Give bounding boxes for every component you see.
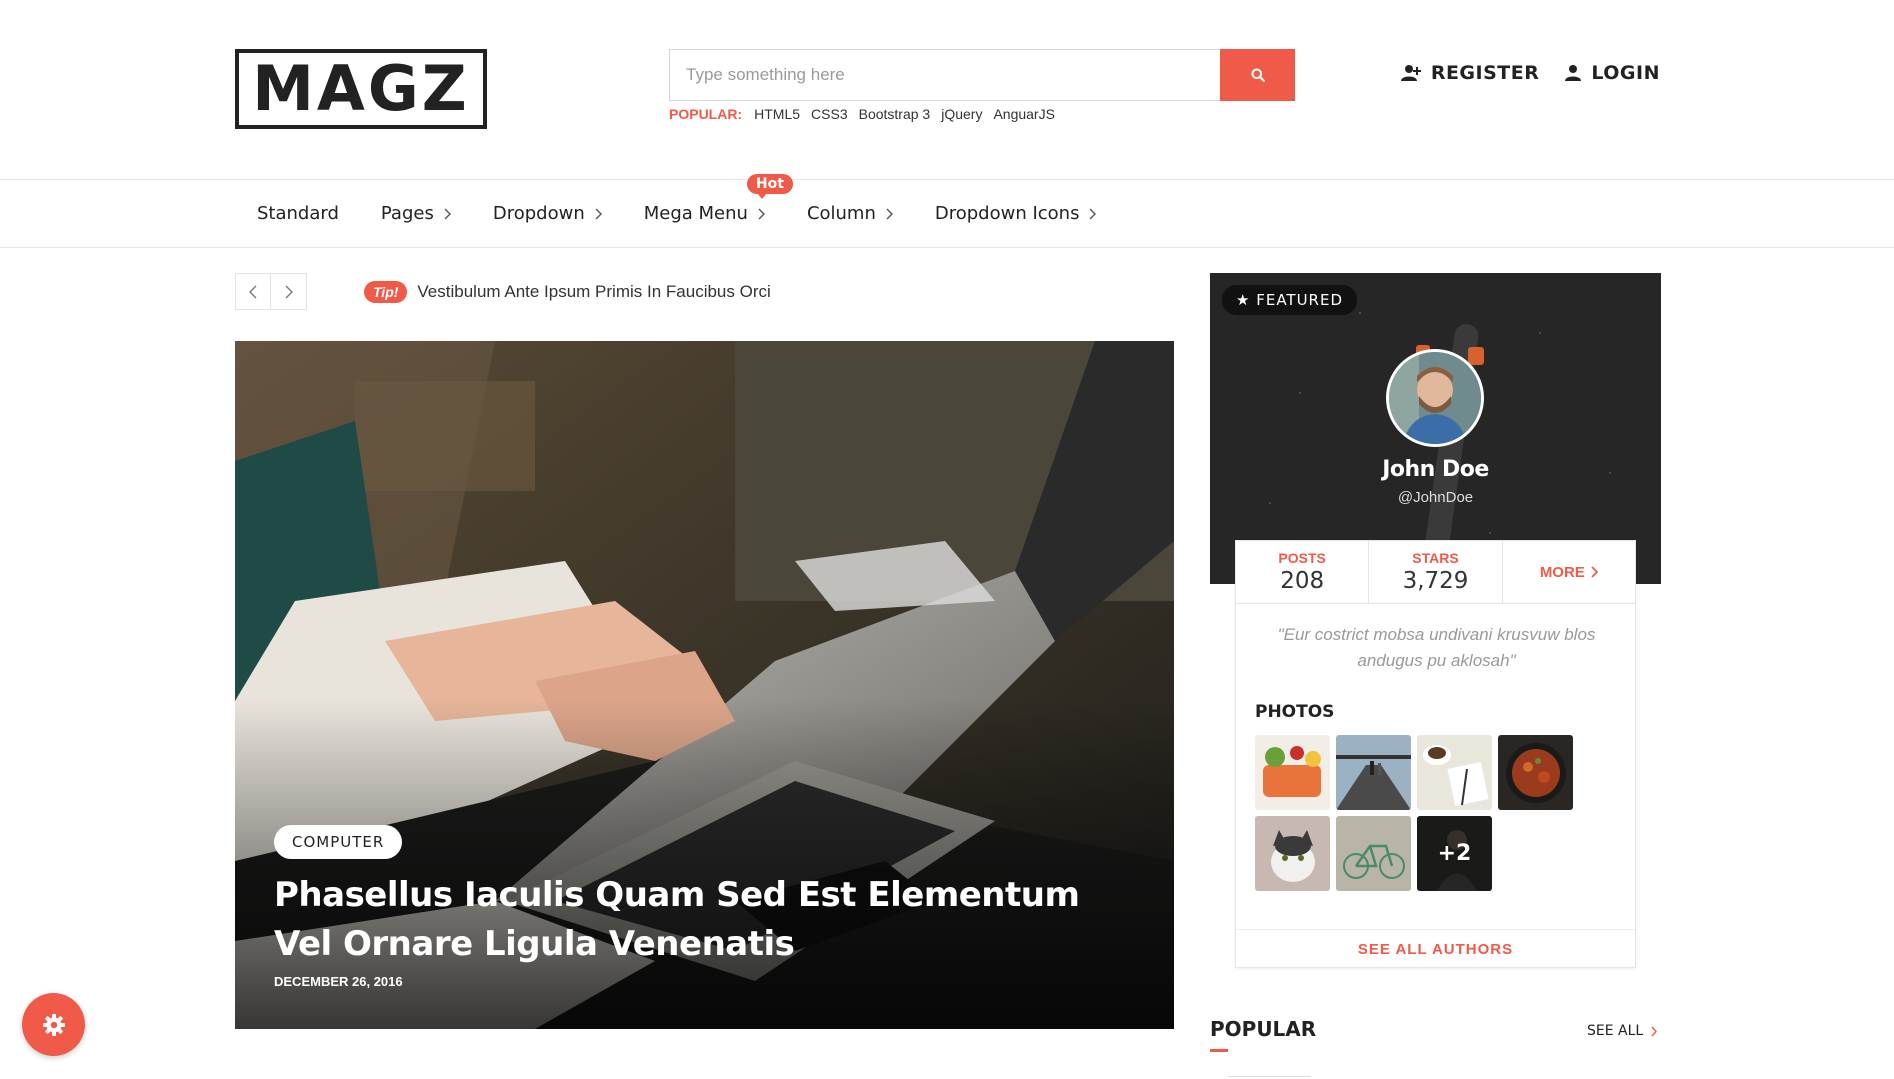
nav-item-mega-menu[interactable]: Mega Menu Hot <box>643 174 793 224</box>
search-icon <box>1251 68 1265 82</box>
ticker-next-button[interactable] <box>271 274 306 309</box>
site-header: MAGZ POPULAR: HTML5 CSS3 Bootstrap 3 jQu… <box>0 0 1894 179</box>
popular-tag[interactable]: HTML5 <box>754 106 800 122</box>
author-quote: "Eur costrict mobsa undivani krusvuw blo… <box>1277 625 1596 670</box>
more-label: MORE <box>1539 563 1585 581</box>
gear-icon <box>42 1013 65 1036</box>
main-nav: Standard Pages Dropdown Mega Menu Hot Co… <box>0 174 1894 248</box>
popular-divider <box>1228 1076 1311 1077</box>
popular-label: POPULAR: <box>669 106 743 122</box>
popular-tag[interactable]: jQuery <box>941 106 982 122</box>
photos-title: PHOTOS <box>1255 702 1335 722</box>
author-card-body: "Eur costrict mobsa undivani krusvuw blo… <box>1235 604 1636 968</box>
popular-tags: POPULAR: HTML5 CSS3 Bootstrap 3 jQuery A… <box>669 106 1066 122</box>
photo-grid: +2 <box>1255 735 1585 897</box>
news-ticker: Tip! Vestibulum Ante Ipsum Primis In Fau… <box>235 273 771 310</box>
stars-label: STARS <box>1412 550 1459 566</box>
nav-item-standard[interactable]: Standard <box>257 203 339 224</box>
photo-food-pan <box>1498 735 1573 810</box>
stars-value: 3,729 <box>1402 568 1469 594</box>
settings-button[interactable] <box>22 993 85 1056</box>
more-button[interactable]: MORE <box>1540 564 1598 581</box>
site-logo[interactable]: MAGZ <box>235 49 487 129</box>
see-all-authors-link[interactable]: SEE ALL AUTHORS <box>1236 929 1635 968</box>
chevron-right-icon <box>595 208 602 219</box>
nav-item-pages[interactable]: Pages <box>381 203 451 224</box>
popular-tag[interactable]: Bootstrap 3 <box>859 106 931 122</box>
photo-thumb[interactable] <box>1417 735 1492 810</box>
more-stat[interactable]: MORE <box>1503 541 1635 603</box>
hero-date: DECEMBER 26, 2016 <box>274 974 403 989</box>
ticker-prev-button[interactable] <box>236 274 271 309</box>
featured-badge: ★ FEATURED <box>1222 285 1358 315</box>
hot-badge: Hot <box>746 174 793 199</box>
nav-item-label: Dropdown Icons <box>934 203 1080 224</box>
ticker-controls <box>235 273 307 310</box>
logo-text: MAGZ <box>252 52 470 125</box>
user-icon <box>1565 65 1582 81</box>
photo-thumb[interactable] <box>1336 735 1411 810</box>
nav-item-dropdown[interactable]: Dropdown <box>493 203 602 224</box>
popular-section-title: POPULAR <box>1210 1017 1317 1041</box>
login-link[interactable]: LOGIN <box>1565 62 1660 84</box>
search-bar <box>669 49 1295 101</box>
nav-item-label: Mega Menu <box>643 203 748 224</box>
nav-item-dropdown-icons[interactable]: Dropdown Icons <box>935 203 1097 224</box>
author-avatar[interactable] <box>1386 349 1484 447</box>
chevron-right-icon <box>1089 208 1097 219</box>
chevron-right-icon <box>1591 566 1598 578</box>
nav-item-label: Standard <box>257 203 339 224</box>
photo-thumb-more[interactable]: +2 <box>1417 816 1492 891</box>
search-input[interactable] <box>669 49 1220 101</box>
posts-value: 208 <box>1280 568 1325 594</box>
search-button[interactable] <box>1220 49 1295 101</box>
photo-thumb[interactable] <box>1336 816 1411 891</box>
nav-item-label: Dropdown <box>492 203 585 224</box>
auth-links: REGISTER LOGIN <box>1375 62 1660 84</box>
hero-title[interactable]: Phasellus Iaculis Quam Sed Est Elementum… <box>274 871 1134 969</box>
nav-item-column[interactable]: Column <box>807 203 893 224</box>
photo-thumb[interactable] <box>1498 735 1573 810</box>
avatar-image <box>1389 352 1481 444</box>
featured-author-banner: ★ FEATURED John Doe @JohnDoe <box>1210 273 1661 584</box>
author-stats: POSTS 208 STARS 3,729 MORE <box>1235 540 1636 604</box>
register-label: REGISTER <box>1430 62 1540 84</box>
photo-coffee <box>1417 735 1492 810</box>
photo-food-salmon <box>1255 735 1330 810</box>
photo-thumb[interactable] <box>1255 735 1330 810</box>
register-link[interactable]: REGISTER <box>1400 62 1540 84</box>
ticker-headline[interactable]: Vestibulum Ante Ipsum Primis In Faucibus… <box>417 282 770 302</box>
photo-cat <box>1255 816 1330 891</box>
hero-article[interactable]: COMPUTER Phasellus Iaculis Quam Sed Est … <box>235 341 1174 1029</box>
login-label: LOGIN <box>1591 62 1660 84</box>
posts-label: POSTS <box>1278 550 1326 566</box>
chevron-right-icon <box>1651 1026 1658 1036</box>
chevron-right-icon <box>758 208 765 219</box>
nav-item-label: Column <box>806 203 876 224</box>
see-all-popular-link[interactable]: SEE ALL <box>1587 1023 1658 1039</box>
popular-title-underline <box>1210 1049 1228 1052</box>
category-badge[interactable]: COMPUTER <box>274 825 403 859</box>
posts-stat: POSTS 208 <box>1236 541 1370 603</box>
photo-bridge <box>1336 735 1411 810</box>
stars-stat: STARS 3,729 <box>1369 541 1503 603</box>
photo-thumb[interactable] <box>1255 816 1330 891</box>
chevron-right-icon <box>285 285 293 298</box>
popular-tag[interactable]: CSS3 <box>811 106 848 122</box>
see-all-label: SEE ALL <box>1587 1023 1644 1039</box>
nav-item-label: Pages <box>380 203 434 224</box>
more-photos-count: +2 <box>1417 816 1492 891</box>
chevron-right-icon <box>444 208 451 219</box>
chevron-left-icon <box>249 285 257 298</box>
chevron-right-icon <box>886 208 893 219</box>
author-handle: @JohnDoe <box>1397 489 1474 506</box>
author-name[interactable]: John Doe <box>1210 457 1661 482</box>
user-plus-icon <box>1400 65 1421 81</box>
photo-bicycle <box>1336 816 1411 891</box>
tip-badge: Tip! <box>364 280 408 303</box>
popular-tag[interactable]: AnguarJS <box>993 106 1054 122</box>
